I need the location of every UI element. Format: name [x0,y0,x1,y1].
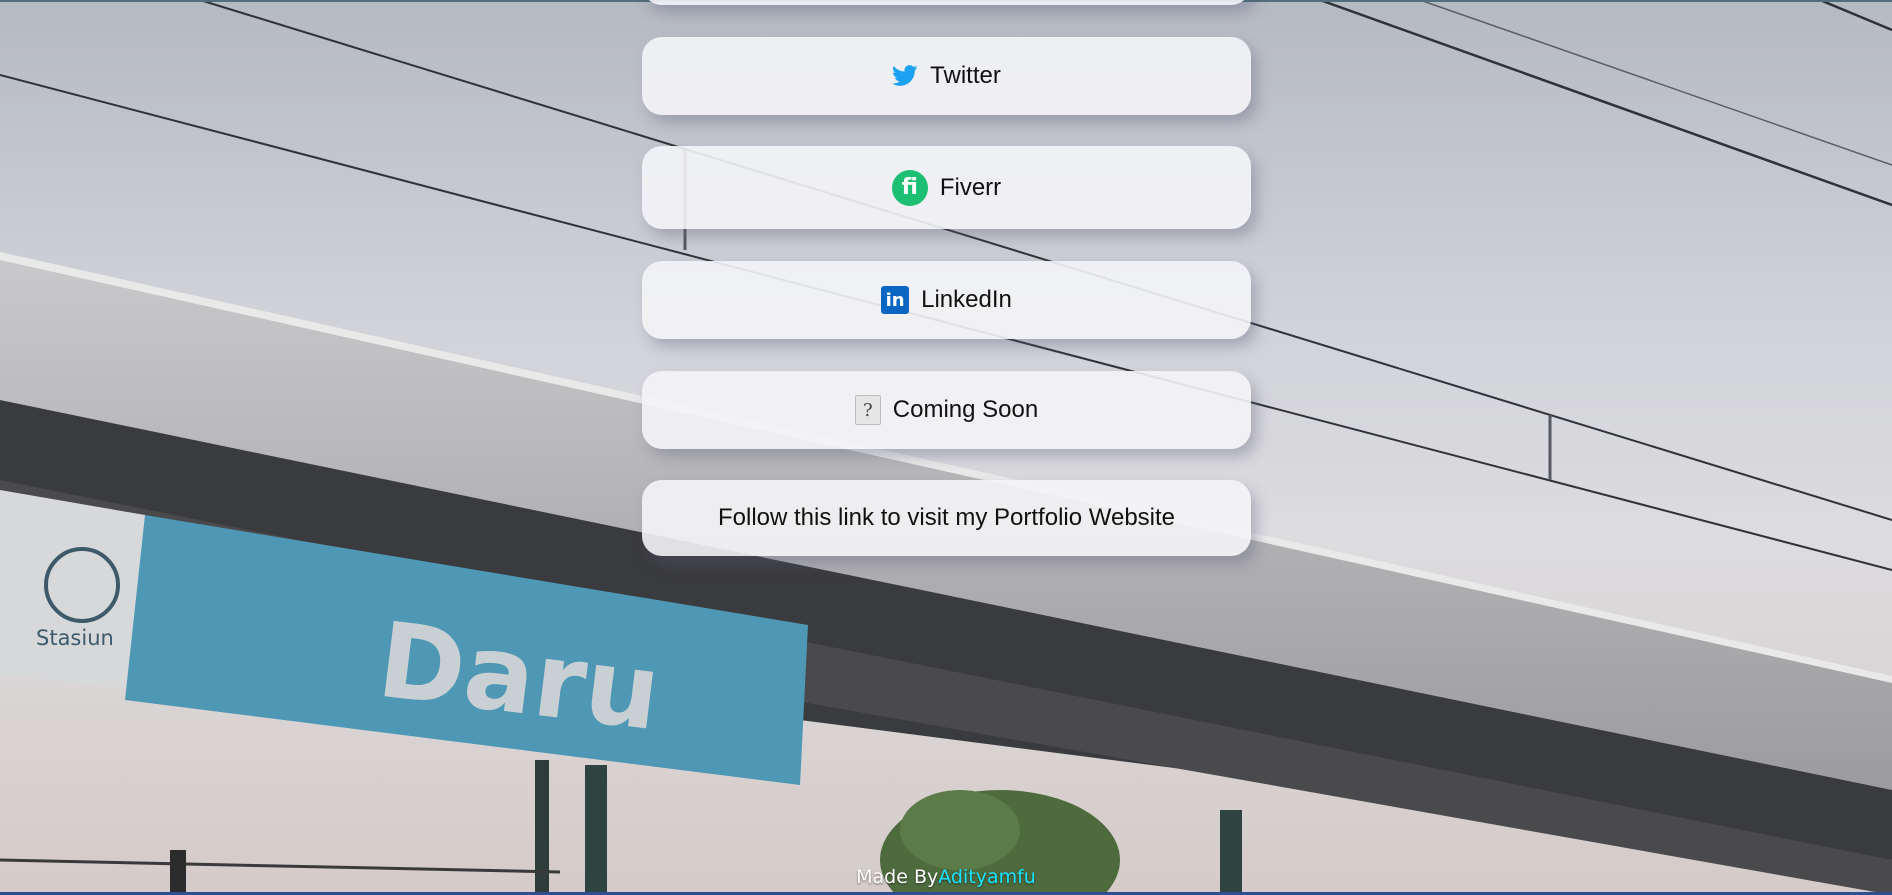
fiverr-link-button[interactable]: fi Fiverr [642,146,1251,229]
fiverr-logo-icon: fi [891,169,928,206]
footer-author-link[interactable]: Adityamfu [938,866,1036,888]
twitter-bird-icon [892,65,918,87]
coming-soon-link-button[interactable]: ? Coming Soon [642,371,1251,449]
twitter-link-label: Twitter [930,62,1001,89]
sign-stasiun-text: Stasiun [36,626,114,650]
portfolio-link-label: Follow this link to visit my Portfolio W… [717,504,1176,531]
portfolio-link-button[interactable]: Follow this link to visit my Portfolio W… [642,480,1251,556]
linkedin-link-label: LinkedIn [921,286,1012,313]
footer-prefix: Made By [856,866,939,888]
footer-credit: Made ByAdityamfu [0,866,1892,888]
linkedin-link-button[interactable]: in LinkedIn [642,261,1251,339]
twitter-link-button[interactable]: Twitter [642,37,1251,115]
linkedin-logo-icon: in [881,286,910,314]
fiverr-link-label: Fiverr [939,173,1002,201]
coming-soon-link-label: Coming Soon [892,396,1039,423]
question-mark-icon: ? [854,395,881,425]
partial-link-button-above[interactable] [642,0,1251,5]
